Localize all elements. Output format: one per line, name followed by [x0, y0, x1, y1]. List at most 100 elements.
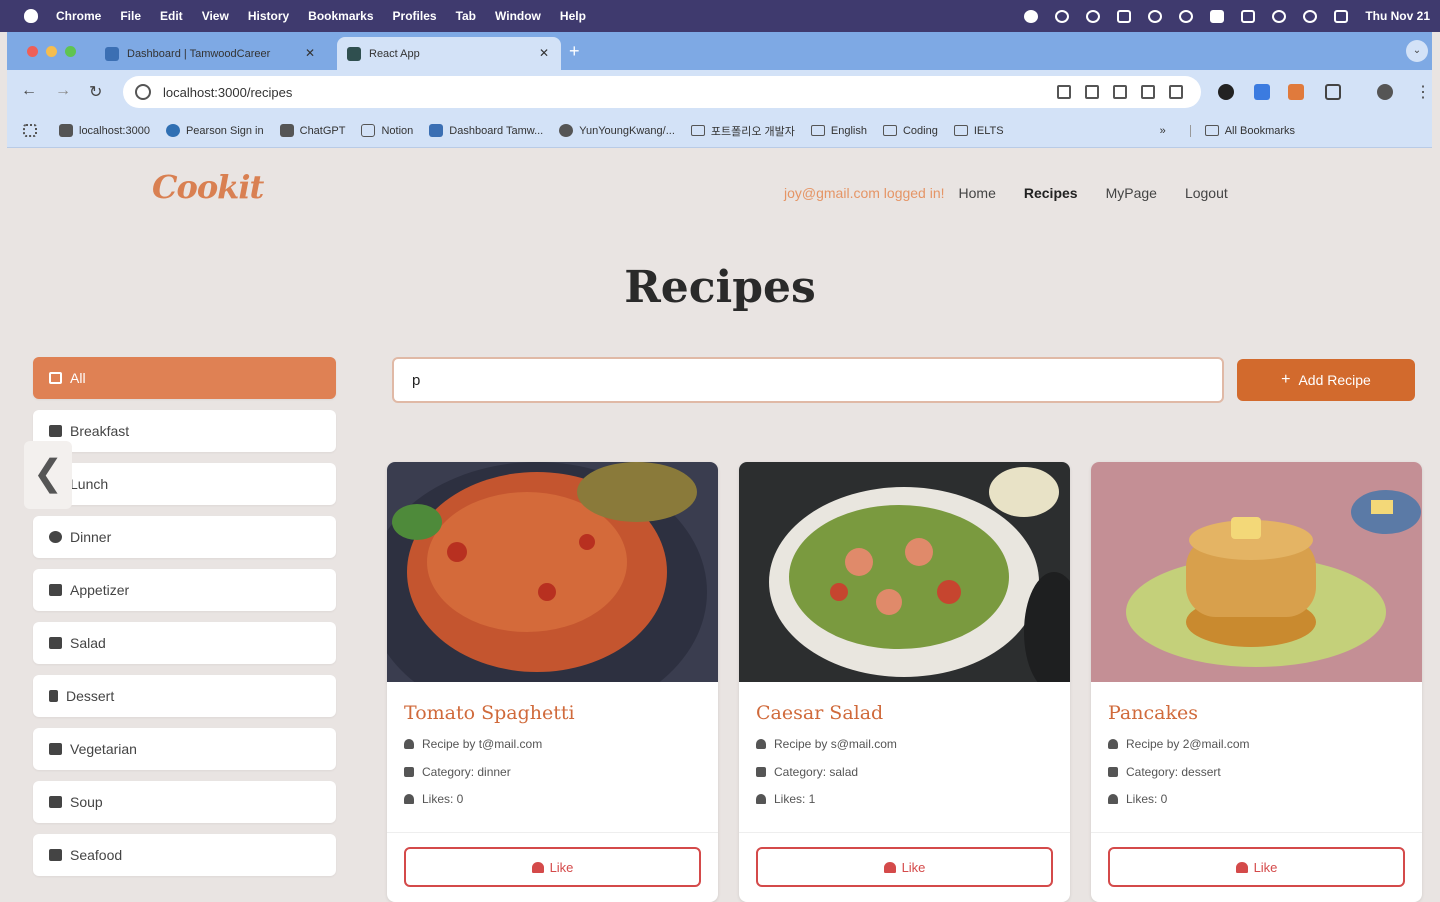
category-salad[interactable]: Salad — [33, 622, 336, 664]
extension-icon[interactable] — [1055, 9, 1070, 23]
category-soup[interactable]: Soup — [33, 781, 336, 823]
tab-search-icon[interactable]: ⌄ — [1406, 40, 1428, 62]
notion-extension-icon[interactable] — [1254, 84, 1270, 100]
tab-react-app[interactable]: React App ✕ — [337, 37, 561, 70]
zoom-icon[interactable] — [1141, 85, 1155, 99]
bookmark-folder-english[interactable]: English — [810, 125, 867, 137]
translate-icon[interactable] — [1113, 85, 1127, 99]
recipe-card-tomato-spaghetti[interactable]: Tomato Spaghetti Recipe by t@mail.com Ca… — [387, 462, 718, 902]
search-input[interactable]: p — [392, 357, 1224, 403]
bookmark-folder-coding[interactable]: Coding — [882, 125, 938, 137]
recipe-title[interactable]: Pancakes — [1108, 702, 1198, 724]
browser-menu-icon[interactable]: ⋮ — [1415, 82, 1431, 102]
keyboard-icon[interactable] — [1210, 9, 1225, 23]
nav-home[interactable]: Home — [959, 185, 996, 201]
folder-icon — [953, 125, 968, 136]
address-bar[interactable]: localhost:3000/recipes — [123, 76, 1201, 108]
menu-app-name[interactable]: Chrome — [56, 9, 101, 23]
bookmark-localhost[interactable]: localhost:3000 — [59, 124, 150, 137]
tab-dashboard[interactable]: Dashboard | TamwoodCareer ✕ — [95, 37, 327, 70]
menu-tab[interactable]: Tab — [456, 9, 476, 23]
plate-icon — [49, 584, 62, 596]
close-window-icon[interactable] — [27, 46, 38, 57]
coffee-icon — [49, 425, 62, 437]
battery-icon[interactable] — [1241, 9, 1256, 23]
tab-title: React App — [369, 47, 420, 60]
password-key-icon[interactable] — [1057, 85, 1071, 99]
bookmark-folder-portfolio[interactable]: 포트폴리오 개발자 — [690, 123, 795, 139]
all-bookmarks[interactable]: All Bookmarks — [1189, 124, 1295, 137]
clock-icon[interactable] — [1148, 9, 1163, 23]
category-appetizer[interactable]: Appetizer — [33, 569, 336, 611]
bowl-icon — [49, 796, 62, 808]
category-lunch[interactable]: Lunch — [33, 463, 336, 505]
menu-view[interactable]: View — [202, 9, 229, 23]
category-breakfast[interactable]: Breakfast — [33, 410, 336, 452]
bookmark-notion[interactable]: Notion — [361, 124, 413, 137]
menu-edit[interactable]: Edit — [160, 9, 183, 23]
extension-dark-icon[interactable] — [1218, 84, 1234, 100]
nav-mypage[interactable]: MyPage — [1106, 185, 1157, 201]
site-info-icon[interactable] — [135, 84, 151, 100]
bookmark-chatgpt[interactable]: ChatGPT — [279, 124, 345, 137]
bookmark-github[interactable]: YunYoungKwang/... — [559, 124, 675, 137]
extensions-puzzle-icon[interactable] — [1325, 84, 1341, 100]
status-icon[interactable] — [1024, 9, 1039, 23]
search-input-value[interactable]: p — [412, 372, 420, 389]
category-dessert[interactable]: Dessert — [33, 675, 336, 717]
reload-icon[interactable]: ↻ — [89, 82, 102, 102]
cast-icon[interactable] — [1085, 85, 1099, 99]
bookmarks-overflow-icon[interactable]: » — [1160, 125, 1166, 137]
menu-help[interactable]: Help — [560, 9, 586, 23]
recipe-card-pancakes[interactable]: Pancakes Recipe by 2@mail.com Category: … — [1091, 462, 1422, 902]
like-button[interactable]: Like — [756, 847, 1053, 887]
new-tab-icon[interactable]: + — [569, 41, 580, 62]
bookmark-dashboard[interactable]: Dashboard Tamw... — [429, 124, 543, 137]
back-icon[interactable]: ← — [21, 82, 37, 100]
menu-history[interactable]: History — [248, 9, 289, 23]
category-dinner[interactable]: Dinner — [33, 516, 336, 558]
nav-recipes[interactable]: Recipes — [1024, 185, 1078, 201]
bookmark-folder-ielts[interactable]: IELTS — [953, 125, 1004, 137]
like-button[interactable]: Like — [1108, 847, 1405, 887]
category-seafood[interactable]: Seafood — [33, 834, 336, 876]
menu-profiles[interactable]: Profiles — [393, 9, 437, 23]
category-all[interactable]: All — [33, 357, 336, 399]
recipe-title[interactable]: Caesar Salad — [756, 702, 883, 724]
forward-icon[interactable]: → — [55, 82, 71, 100]
like-button[interactable]: Like — [404, 847, 701, 887]
profile-avatar-icon[interactable] — [1377, 84, 1393, 100]
menu-file[interactable]: File — [120, 9, 141, 23]
bluetooth-icon[interactable] — [1179, 9, 1194, 23]
cookit-logo[interactable]: Cookit — [152, 168, 264, 206]
main-nav: joy@gmail.com logged in! Home Recipes My… — [784, 185, 1228, 201]
extension-orange-icon[interactable] — [1288, 84, 1304, 100]
recipe-author: Recipe by s@mail.com — [756, 737, 897, 751]
recipe-card-caesar-salad[interactable]: Caesar Salad Recipe by s@mail.com Catego… — [739, 462, 1070, 902]
url-text[interactable]: localhost:3000/recipes — [163, 85, 292, 100]
menu-bar-clock[interactable]: Thu Nov 21 — [1365, 9, 1430, 23]
nav-logout[interactable]: Logout — [1185, 185, 1228, 201]
maximize-window-icon[interactable] — [65, 46, 76, 57]
leaf-icon — [49, 637, 62, 649]
bookmark-pearson[interactable]: Pearson Sign in — [165, 124, 264, 137]
screen-icon[interactable] — [1117, 9, 1132, 23]
add-recipe-button[interactable]: + Add Recipe — [1237, 359, 1415, 401]
vpn-icon[interactable] — [1086, 9, 1101, 23]
apps-grid-icon[interactable] — [23, 124, 43, 137]
menu-window[interactable]: Window — [495, 9, 541, 23]
apple-icon[interactable] — [24, 9, 38, 23]
user-icon — [1108, 739, 1118, 749]
recipe-title[interactable]: Tomato Spaghetti — [404, 702, 575, 724]
spotlight-search-icon[interactable] — [1303, 9, 1318, 23]
category-vegetarian[interactable]: Vegetarian — [33, 728, 336, 770]
control-center-icon[interactable] — [1334, 9, 1349, 23]
menu-bookmarks[interactable]: Bookmarks — [308, 9, 373, 23]
bookmark-star-icon[interactable] — [1169, 85, 1183, 99]
sidebar-back-arrow-icon[interactable]: ❮ — [24, 441, 72, 509]
minimize-window-icon[interactable] — [46, 46, 57, 57]
close-tab-icon[interactable]: ✕ — [539, 46, 549, 60]
close-tab-icon[interactable]: ✕ — [305, 46, 315, 60]
tab-favicon-icon — [105, 46, 119, 61]
wifi-icon[interactable] — [1272, 9, 1287, 23]
